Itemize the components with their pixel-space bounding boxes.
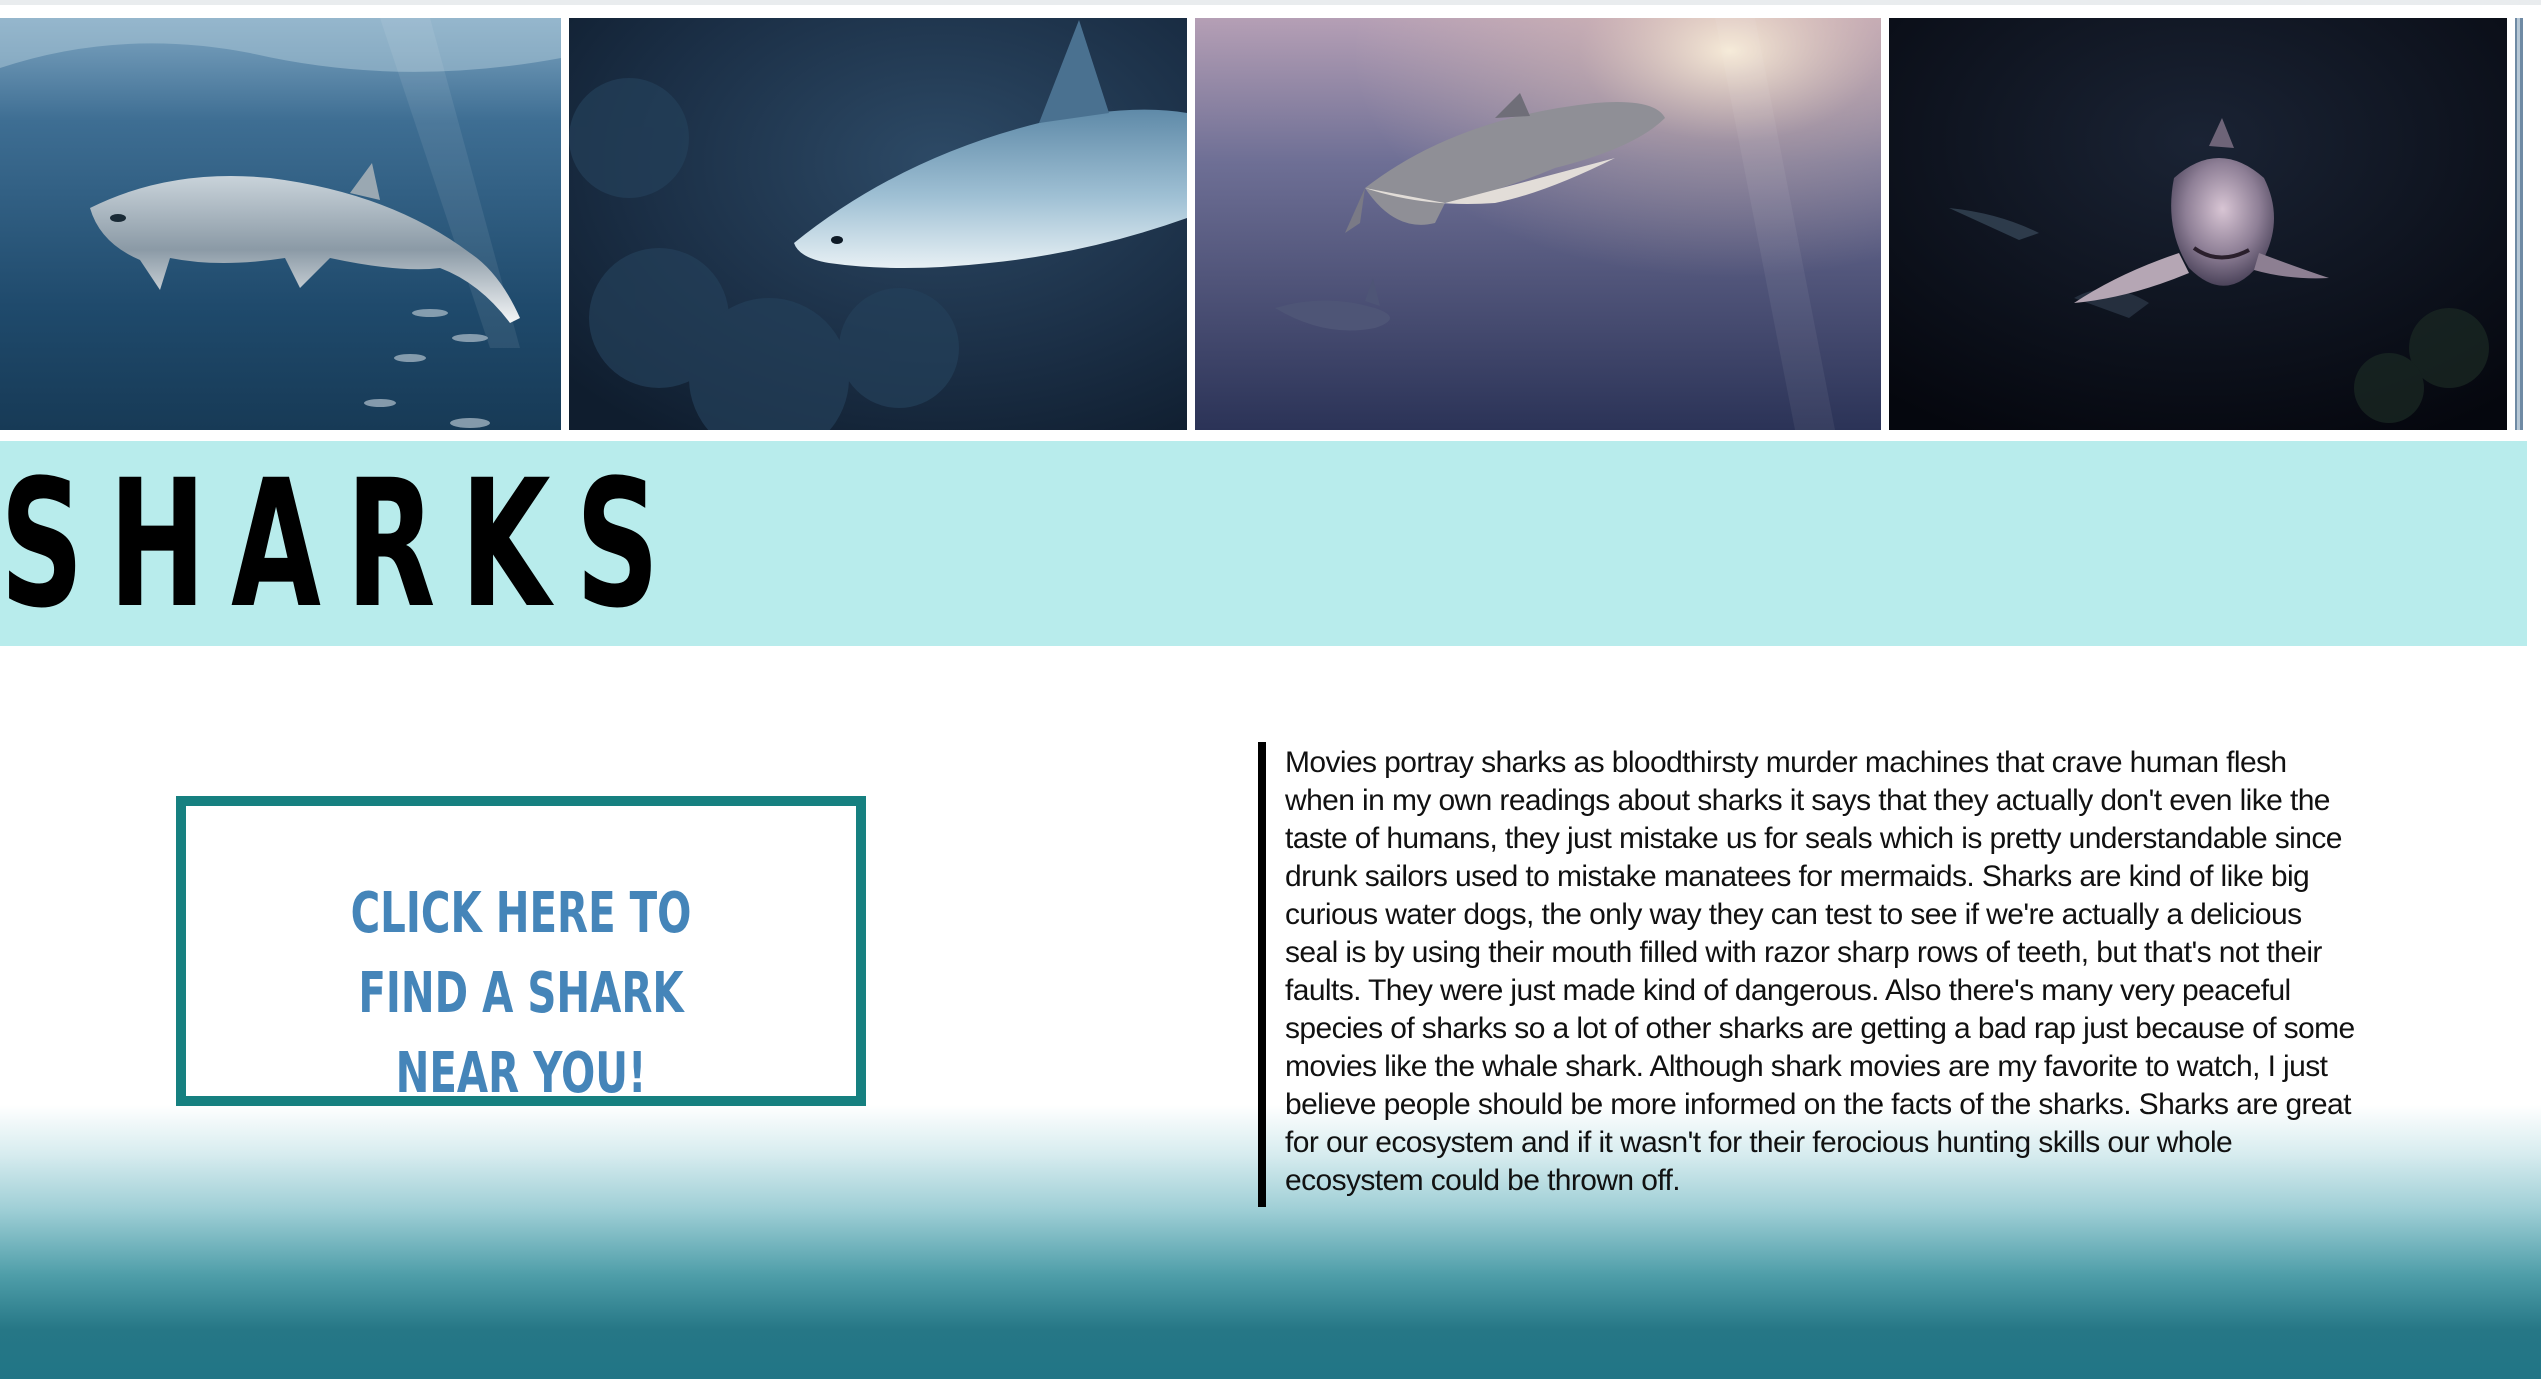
sand-tiger-shark-photo — [1889, 18, 2507, 430]
great-white-shark-photo — [0, 18, 561, 430]
page-title: SHARKS — [0, 442, 685, 647]
tiger-shark-photo — [1195, 18, 1881, 430]
partial-photo — [2515, 18, 2541, 430]
shark-photo-strip — [0, 18, 2541, 430]
top-divider — [0, 0, 2541, 5]
page: SHARKS CLICK HERE TO FIND A SHARK NEAR Y… — [0, 0, 2541, 1379]
reef-shark-photo — [569, 18, 1187, 430]
article-paragraph: Movies portray sharks as bloodthirsty mu… — [1285, 746, 2355, 1197]
shark-article: Movies portray sharks as bloodthirsty mu… — [1258, 742, 2358, 1207]
find-shark-button[interactable]: CLICK HERE TO FIND A SHARK NEAR YOU! — [176, 796, 866, 1106]
find-shark-button-label[interactable]: CLICK HERE TO FIND A SHARK NEAR YOU! — [280, 874, 762, 1114]
